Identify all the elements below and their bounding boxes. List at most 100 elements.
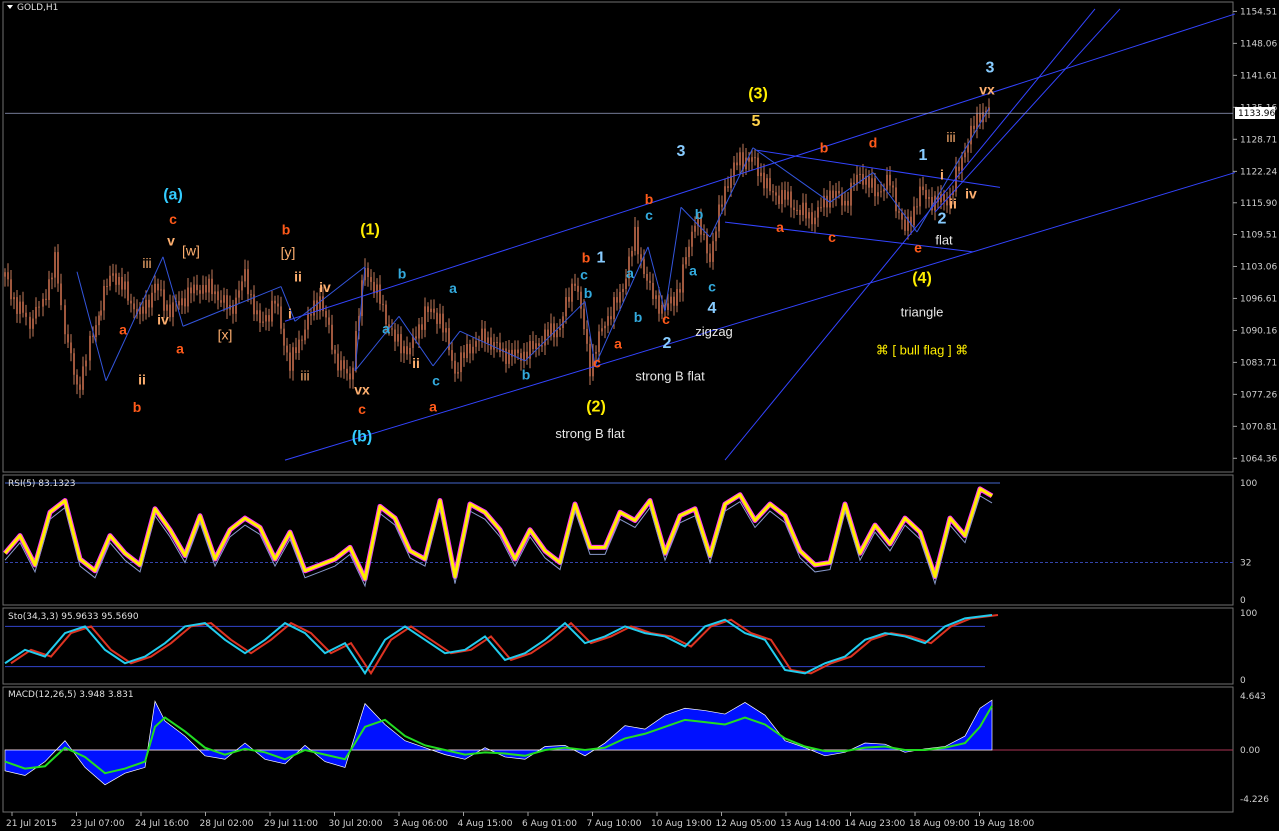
wave-label: ii — [949, 196, 957, 212]
price-bar — [82, 366, 84, 390]
price-bar — [400, 334, 402, 354]
price-bar — [166, 304, 168, 311]
price-bar — [667, 303, 669, 310]
price-bar — [256, 310, 258, 315]
price-bar — [298, 339, 300, 353]
price-bar — [13, 297, 15, 300]
wave-label: i — [288, 305, 292, 321]
price-bar — [268, 315, 270, 322]
price-tick-label: 1128.71 — [1240, 135, 1277, 145]
price-bar — [736, 162, 738, 166]
time-tick-label: 4 Aug 15:00 — [458, 819, 513, 829]
price-bar — [445, 328, 447, 333]
price-bar — [676, 289, 678, 306]
price-bar — [964, 152, 966, 158]
price-bar — [925, 189, 927, 199]
price-bar — [70, 342, 72, 354]
price-bar — [439, 313, 441, 324]
price-bar — [38, 306, 40, 308]
stochastic-pane[interactable] — [2, 607, 1234, 685]
price-bar — [22, 301, 24, 313]
price-bar — [283, 328, 285, 346]
price-bar — [649, 280, 651, 283]
price-bar — [160, 289, 162, 291]
price-bar — [223, 295, 225, 303]
price-bar — [60, 283, 62, 306]
price-bar — [208, 278, 210, 293]
price-bar — [604, 325, 606, 329]
price-bar — [547, 329, 549, 337]
price-pane[interactable] — [2, 1, 1234, 473]
macd-tick-label: -4.226 — [1240, 795, 1269, 805]
price-bar — [346, 368, 348, 374]
time-tick-label: 3 Aug 06:00 — [393, 819, 448, 829]
price-bar — [739, 152, 741, 166]
price-bar — [25, 312, 27, 317]
price-bar — [325, 311, 327, 318]
price-bar — [79, 384, 81, 390]
price-bar — [691, 231, 693, 247]
price-bar — [616, 297, 618, 303]
price-bar — [199, 290, 201, 294]
wave-label: a — [382, 321, 390, 337]
price-bar — [853, 182, 855, 185]
price-bar — [769, 178, 771, 192]
price-bar — [607, 316, 609, 326]
wave-label: d — [869, 134, 878, 150]
price-bar — [307, 314, 309, 330]
price-bar — [475, 341, 477, 347]
price-bar — [838, 190, 840, 194]
price-bar — [793, 207, 795, 210]
time-tick-label: 6 Aug 01:00 — [522, 819, 577, 829]
price-bar — [415, 336, 417, 339]
price-bar — [553, 323, 555, 338]
price-bar — [373, 281, 375, 294]
time-tick-label: 10 Aug 19:00 — [651, 819, 712, 829]
price-bar — [148, 299, 150, 308]
price-bar — [670, 296, 672, 304]
price-bar — [979, 113, 981, 123]
price-bar — [847, 200, 849, 206]
wave-label: a — [626, 265, 634, 281]
price-bar — [871, 178, 873, 188]
price-bar — [64, 305, 66, 335]
wave-label: zigzag — [695, 324, 733, 339]
rsi-pane[interactable] — [2, 474, 1234, 606]
price-bar — [535, 343, 537, 350]
price-bar — [4, 272, 6, 277]
price-bar — [85, 360, 87, 367]
price-bar — [48, 279, 50, 300]
price-bar — [334, 349, 336, 354]
price-bar — [493, 342, 495, 350]
price-bar — [646, 274, 648, 281]
wave-label: b — [582, 249, 591, 265]
price-bar — [427, 306, 429, 313]
price-bar — [517, 349, 519, 354]
price-bar — [922, 186, 924, 190]
wave-label: c — [358, 401, 366, 417]
price-bar — [292, 347, 294, 371]
wave-label: iv — [319, 279, 331, 295]
price-bar — [652, 282, 654, 299]
wave-label: iii — [300, 367, 309, 383]
price-bar — [424, 306, 426, 330]
wave-label: b — [282, 222, 291, 238]
price-bar — [583, 308, 585, 330]
price-bar — [98, 315, 100, 326]
price-bar — [559, 327, 561, 330]
price-bar — [51, 277, 53, 280]
time-tick-label: 23 Jul 07:00 — [71, 819, 125, 829]
price-bar — [127, 281, 129, 301]
price-bar — [598, 331, 600, 352]
price-bar — [205, 285, 207, 293]
price-bar — [889, 174, 891, 186]
wave-label: iv — [157, 311, 169, 327]
price-bar — [196, 284, 198, 291]
wave-label: vx — [354, 382, 370, 398]
wave-label: strong B flat — [635, 368, 705, 383]
macd-tick-label: 4.643 — [1240, 692, 1266, 702]
price-bar — [640, 254, 642, 260]
price-bar — [637, 226, 639, 255]
price-bar — [733, 162, 735, 176]
price-bar — [868, 176, 870, 188]
